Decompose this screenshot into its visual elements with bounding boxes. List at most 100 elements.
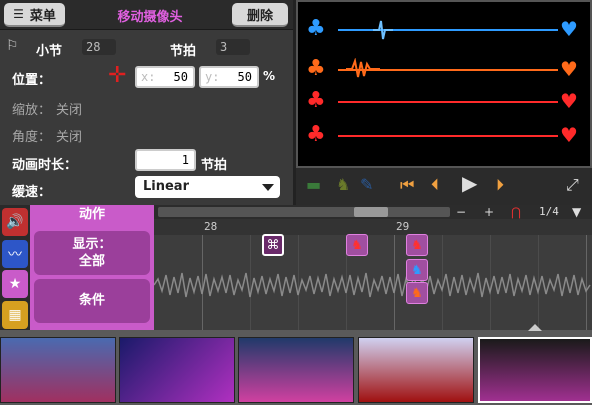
speaker-icon: 🔊 bbox=[6, 214, 24, 230]
duration-input[interactable]: 1 bbox=[135, 149, 196, 171]
ease-value: Linear bbox=[143, 179, 189, 194]
timeline-toolbar: − + ⋂ 1/4 ▼ bbox=[154, 205, 592, 219]
character-event[interactable]: ♞ bbox=[406, 234, 428, 256]
selection-indicator-icon bbox=[528, 324, 542, 331]
beat-field[interactable]: 3 bbox=[216, 39, 250, 55]
red-heart-icon-2: ♥ bbox=[560, 123, 578, 147]
inspector-header: ☰ 菜单 移动摄像头 删除 bbox=[0, 0, 293, 30]
orange-heart-icon: ♥ bbox=[560, 57, 578, 81]
blue-player-icon: ♣ bbox=[306, 16, 326, 41]
red-heart-icon: ♥ bbox=[560, 89, 578, 113]
star-icon: ★ bbox=[8, 276, 22, 292]
flag-icon: ⚐ bbox=[6, 38, 19, 54]
zoom-in-button[interactable]: + bbox=[484, 206, 494, 218]
chevron-down-icon bbox=[262, 184, 274, 191]
position-x-input[interactable]: x: 50 bbox=[135, 66, 195, 88]
tab-sound[interactable]: 🔊 bbox=[2, 208, 28, 236]
bar-field[interactable]: 28 bbox=[82, 39, 116, 55]
position-label: 位置： bbox=[12, 73, 52, 88]
ease-select[interactable]: Linear bbox=[135, 176, 280, 198]
grid-icon: ▦ bbox=[8, 307, 22, 323]
action-header: 动作 bbox=[78, 207, 105, 222]
thumbnail-strip bbox=[0, 324, 592, 405]
event-inspector: ☰ 菜单 移动摄像头 删除 ⚐ 小节 28 节拍 3 位置： ✛ x: 50 y… bbox=[0, 0, 293, 205]
thumbnail-5-selected[interactable] bbox=[478, 337, 592, 403]
show-filter-button[interactable]: 显示： 全部 bbox=[34, 231, 150, 275]
timeline: − + ⋂ 1/4 ▼ 28 29 ⌘ ♞ ♞ ♞ ♞ bbox=[154, 205, 592, 330]
play-icon[interactable]: ▶ bbox=[462, 173, 477, 193]
show-label: 显示： bbox=[72, 237, 112, 252]
row-line-red-1 bbox=[338, 101, 558, 103]
camera-icon[interactable]: ▬ bbox=[306, 176, 321, 194]
character-event[interactable]: ♞ bbox=[406, 282, 428, 304]
zoom-label: 缩放： bbox=[12, 103, 52, 118]
figure-icon[interactable]: ♞ bbox=[336, 176, 350, 194]
x-axis-label: x: bbox=[141, 70, 156, 84]
step-forward-icon[interactable]: ⏵ bbox=[496, 176, 504, 194]
blue-figure-icon: ♞ bbox=[411, 262, 423, 278]
heartbeat-pulse-orange bbox=[346, 58, 380, 78]
skip-back-icon[interactable]: ⏮ bbox=[400, 176, 414, 194]
crosshair-icon[interactable]: ✛ bbox=[108, 63, 126, 88]
level-preview: ♣ ♥ ♣ ♥ ♣ ♥ ♣ ♥ bbox=[296, 0, 592, 168]
tool-icon[interactable]: ✎ bbox=[360, 176, 373, 194]
position-y-input[interactable]: y: 50 bbox=[199, 66, 259, 88]
timeline-scrollbar[interactable] bbox=[158, 207, 450, 217]
position-x-value: 50 bbox=[173, 70, 188, 84]
duration-label: 动画时长： bbox=[12, 158, 78, 173]
bar-label: 小节 bbox=[36, 44, 63, 59]
beat-label: 节拍 bbox=[170, 44, 197, 59]
event-title: 移动摄像头 bbox=[117, 10, 183, 25]
pulse-icon: 〰 bbox=[8, 247, 22, 263]
timeline-ruler: 28 29 bbox=[154, 219, 592, 235]
bar-29-marker: 29 bbox=[396, 220, 410, 233]
ease-label: 缓速： bbox=[12, 185, 52, 200]
zoom-value[interactable]: 关闭 bbox=[56, 99, 82, 118]
show-value: 全部 bbox=[78, 254, 105, 269]
bar-28-marker: 28 bbox=[204, 220, 218, 233]
y-axis-label: y: bbox=[205, 70, 220, 84]
move-camera-event[interactable]: ⌘ bbox=[262, 234, 284, 256]
duration-unit: 节拍 bbox=[201, 158, 228, 173]
blue-heart-icon: ♥ bbox=[560, 17, 578, 41]
heartbeat-pulse-blue bbox=[373, 20, 393, 40]
fullscreen-icon[interactable]: ⤢ bbox=[566, 176, 579, 194]
delete-button[interactable]: 删除 bbox=[232, 3, 288, 27]
character-event[interactable]: ♞ bbox=[346, 234, 368, 256]
row-line-red-2 bbox=[338, 135, 558, 137]
tab-actions[interactable]: ★ bbox=[2, 270, 28, 298]
magnet-icon[interactable]: ⋂ bbox=[511, 206, 521, 218]
red-figure-icon: ♞ bbox=[411, 237, 423, 253]
percent-label: % bbox=[263, 69, 276, 83]
menu-label: 菜单 bbox=[29, 8, 56, 24]
action-panel: 动作 显示： 全部 条件 bbox=[30, 205, 154, 330]
orange-player-icon: ♣ bbox=[306, 56, 326, 81]
hamburger-icon: ☰ bbox=[13, 7, 24, 21]
thumbnail-4[interactable] bbox=[358, 337, 474, 403]
menu-button[interactable]: ☰ 菜单 bbox=[4, 3, 65, 27]
row-line-blue bbox=[338, 29, 558, 31]
camera-move-icon: ⌘ bbox=[266, 237, 280, 253]
tab-decorations[interactable]: ▦ bbox=[2, 301, 28, 329]
event-category-tabs: 🔊 〰 ★ ▦ bbox=[0, 205, 30, 330]
orange-figure-icon: ♞ bbox=[411, 285, 423, 301]
transport-bar: ▬ ♞ ✎ ⏮ ⏴ ▶ ⏵ ⤢ bbox=[296, 168, 592, 205]
character-event[interactable]: ♞ bbox=[406, 259, 428, 281]
red-figure-icon: ♞ bbox=[351, 237, 363, 253]
angle-label: 角度： bbox=[12, 130, 52, 145]
red-player-icon-2: ♣ bbox=[306, 122, 326, 147]
thumbnail-2[interactable] bbox=[119, 337, 235, 403]
thumbnail-1[interactable] bbox=[0, 337, 116, 403]
angle-value[interactable]: 关闭 bbox=[56, 126, 82, 145]
zoom-out-button[interactable]: − bbox=[456, 206, 466, 218]
page-indicator: 1/4 bbox=[539, 205, 559, 218]
step-back-icon[interactable]: ⏴ bbox=[431, 176, 439, 194]
red-player-icon: ♣ bbox=[306, 88, 326, 113]
tab-rows[interactable]: 〰 bbox=[2, 240, 28, 268]
audio-waveform bbox=[154, 272, 591, 298]
position-y-value: 50 bbox=[237, 70, 252, 84]
scrollbar-thumb[interactable] bbox=[354, 207, 388, 217]
thumbnail-3[interactable] bbox=[238, 337, 354, 403]
condition-button[interactable]: 条件 bbox=[34, 279, 150, 323]
filter-icon[interactable]: ▼ bbox=[572, 206, 581, 218]
